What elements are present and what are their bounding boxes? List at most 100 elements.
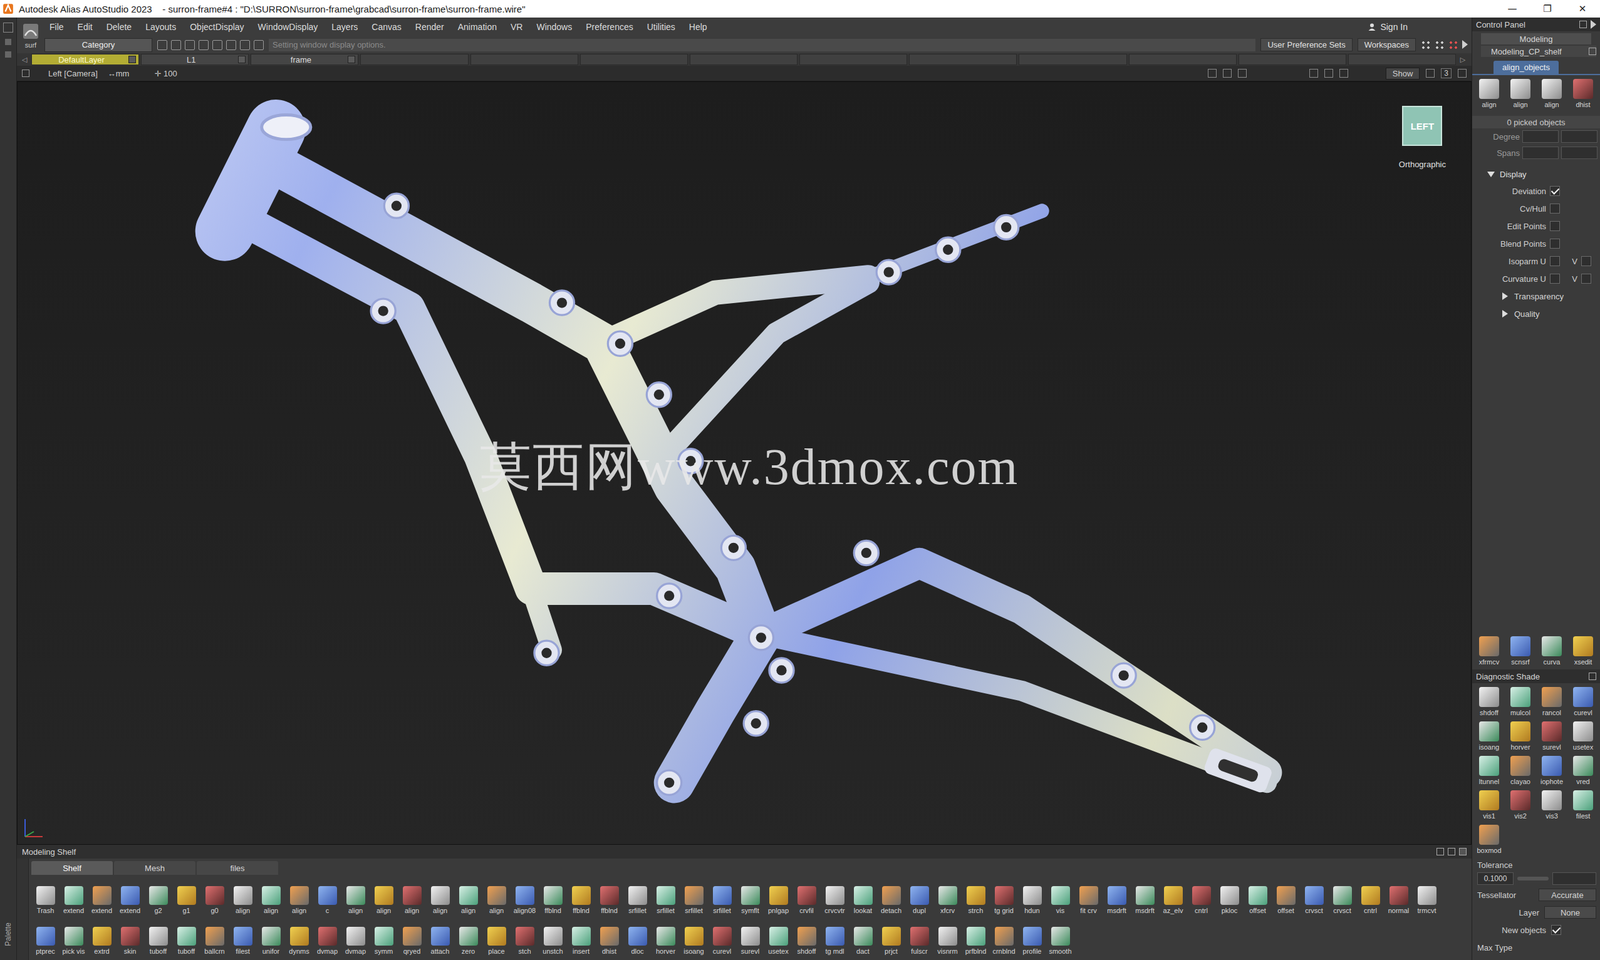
menu-item[interactable]: Animation [457, 21, 497, 32]
diagnostic-tool[interactable]: clayao [1506, 756, 1535, 786]
shelf-tool[interactable]: align [285, 886, 314, 915]
shelf-tool[interactable]: pkloc [1215, 886, 1244, 915]
layer-visibility-box[interactable] [238, 55, 246, 64]
diagnostic-tool[interactable]: shdoff [1474, 687, 1504, 717]
viewport[interactable]: 莫西网www.3dmox.comLEFTOrthographic [16, 81, 1472, 846]
layer-tab[interactable]: L1 [140, 53, 249, 66]
shelf-tool[interactable]: tg grid [989, 886, 1019, 915]
layer-prev-button[interactable]: ◁ [19, 55, 30, 64]
toolbar-tool-icon[interactable] [239, 40, 250, 51]
shelf-tool[interactable]: unifor [256, 927, 286, 956]
diagnostic-tool[interactable]: usetex [1568, 721, 1598, 752]
checkbox[interactable] [1581, 256, 1592, 267]
shelf-tool[interactable]: stch [510, 927, 539, 956]
shelf-tool[interactable]: g1 [172, 886, 201, 915]
list-icon[interactable] [1436, 848, 1445, 856]
shelf-tool[interactable]: pick vis [59, 927, 88, 956]
cp-tool[interactable]: xfrmcv [1474, 636, 1504, 666]
shelf-tool[interactable]: align [341, 886, 370, 915]
diagnostic-tool[interactable]: iophote [1537, 756, 1567, 786]
shelf-tool[interactable]: ffblnd [538, 886, 567, 915]
shelf-tool[interactable]: tuboff [144, 927, 173, 956]
diagnostic-tool[interactable]: filest [1568, 790, 1598, 821]
shelf-tool[interactable]: visnrm [933, 927, 962, 956]
field-input[interactable] [1552, 872, 1597, 886]
cp-tool[interactable]: dhist [1568, 78, 1598, 109]
shelf-tool[interactable]: offset [1271, 886, 1300, 915]
view-count[interactable]: 3 [1440, 68, 1452, 79]
list-icon[interactable] [1579, 20, 1587, 29]
expand-arrow-icon[interactable] [1462, 40, 1468, 49]
shelf-tool[interactable]: pnlgap [764, 886, 793, 915]
shelf-tool[interactable]: dact [848, 927, 878, 956]
shelf-tool[interactable]: offset [1243, 886, 1272, 915]
shelf-tool[interactable]: ffblnd [566, 886, 596, 915]
view-tool-icon[interactable] [1324, 68, 1334, 78]
checkbox[interactable] [1551, 925, 1562, 936]
view-tool-icon[interactable] [1309, 68, 1319, 78]
shelf-tool[interactable]: qryed [397, 927, 426, 956]
expand-arrow-icon[interactable] [1590, 20, 1597, 29]
cp-tool[interactable]: align [1474, 78, 1504, 109]
view-cube[interactable]: LEFTOrthographic [1398, 105, 1446, 170]
workspace-dropdown[interactable]: Modeling [1480, 33, 1592, 45]
diagnostic-tool[interactable]: vis2 [1506, 790, 1535, 821]
show-button[interactable]: Show [1385, 67, 1421, 80]
menu-item[interactable]: Canvas [371, 21, 401, 32]
palette-label[interactable]: Palette [3, 922, 13, 946]
snap-icon[interactable] [1434, 40, 1445, 51]
shelf-tool[interactable]: srfillet [679, 886, 708, 915]
dropdown-icon[interactable] [1447, 848, 1456, 856]
close-icon[interactable] [3, 22, 14, 33]
menu-item[interactable]: Render [415, 21, 445, 32]
display-section[interactable]: Display [1472, 166, 1600, 183]
layer-slot[interactable] [470, 53, 579, 66]
menu-item[interactable]: Layouts [145, 21, 177, 32]
shelf-tool[interactable]: crvfil [792, 886, 821, 915]
diagnostic-tool[interactable]: ltunnel [1474, 756, 1504, 786]
diagnostic-tool[interactable]: curevl [1568, 687, 1598, 717]
arrow-icon[interactable] [5, 38, 12, 46]
shelf-tool[interactable]: srfillet [651, 886, 680, 915]
cp-tool[interactable]: curva [1537, 636, 1567, 666]
maximize-icon[interactable] [21, 69, 30, 78]
field-input[interactable] [1561, 146, 1598, 160]
shelf-tool[interactable]: dupl [905, 886, 934, 915]
toolbar-tool-icon[interactable] [184, 40, 195, 51]
checkbox[interactable] [1549, 256, 1560, 267]
list-icon[interactable] [1588, 47, 1597, 56]
shelf-tab[interactable]: Mesh [114, 861, 196, 876]
shelf-tool[interactable]: symm [369, 927, 398, 956]
sign-in-button[interactable]: Sign In [1367, 21, 1465, 32]
diagnostic-tool[interactable]: surevl [1537, 721, 1567, 752]
layer-slot[interactable] [1018, 53, 1127, 66]
layer-slot[interactable] [360, 53, 468, 66]
diagnostic-tool[interactable]: vred [1568, 756, 1598, 786]
shelf-tool[interactable]: align [482, 886, 511, 915]
window-control-button[interactable]: ❐ [1529, 0, 1565, 18]
shelf-tool[interactable]: ffblnd [595, 886, 624, 915]
toolbar-button[interactable]: User Preference Sets [1260, 38, 1352, 52]
shelf-tool[interactable]: ptprec [31, 927, 60, 956]
menu-item[interactable]: File [49, 21, 64, 32]
checkbox[interactable] [1549, 238, 1560, 249]
shelf-tool[interactable]: unstch [538, 927, 567, 956]
checkbox[interactable] [1581, 273, 1592, 284]
shelf-tool[interactable]: hdun [1018, 886, 1047, 915]
cp-tool[interactable]: align [1537, 78, 1567, 109]
layer-visibility-box[interactable] [128, 55, 136, 64]
shelf-tool[interactable]: insert [566, 927, 596, 956]
shelf-tool[interactable]: usetex [764, 927, 793, 956]
toolbar-tool-icon[interactable] [253, 40, 264, 51]
cp-tab[interactable]: align_objects [1493, 60, 1559, 74]
view-tool-icon[interactable] [1222, 68, 1232, 78]
menu-item[interactable]: VR [510, 21, 523, 32]
cp-tool[interactable]: scnsrf [1506, 636, 1535, 666]
diagnostic-tool[interactable]: vis3 [1537, 790, 1567, 821]
snap-icon[interactable] [1420, 40, 1431, 51]
toolbar-tool-icon[interactable] [226, 40, 237, 51]
layer-slot[interactable] [580, 53, 688, 66]
shelf-tool[interactable]: lookat [848, 886, 878, 915]
shelf-tool[interactable]: fit crv [1074, 886, 1103, 915]
diagnostic-tool[interactable]: horver [1506, 721, 1535, 752]
